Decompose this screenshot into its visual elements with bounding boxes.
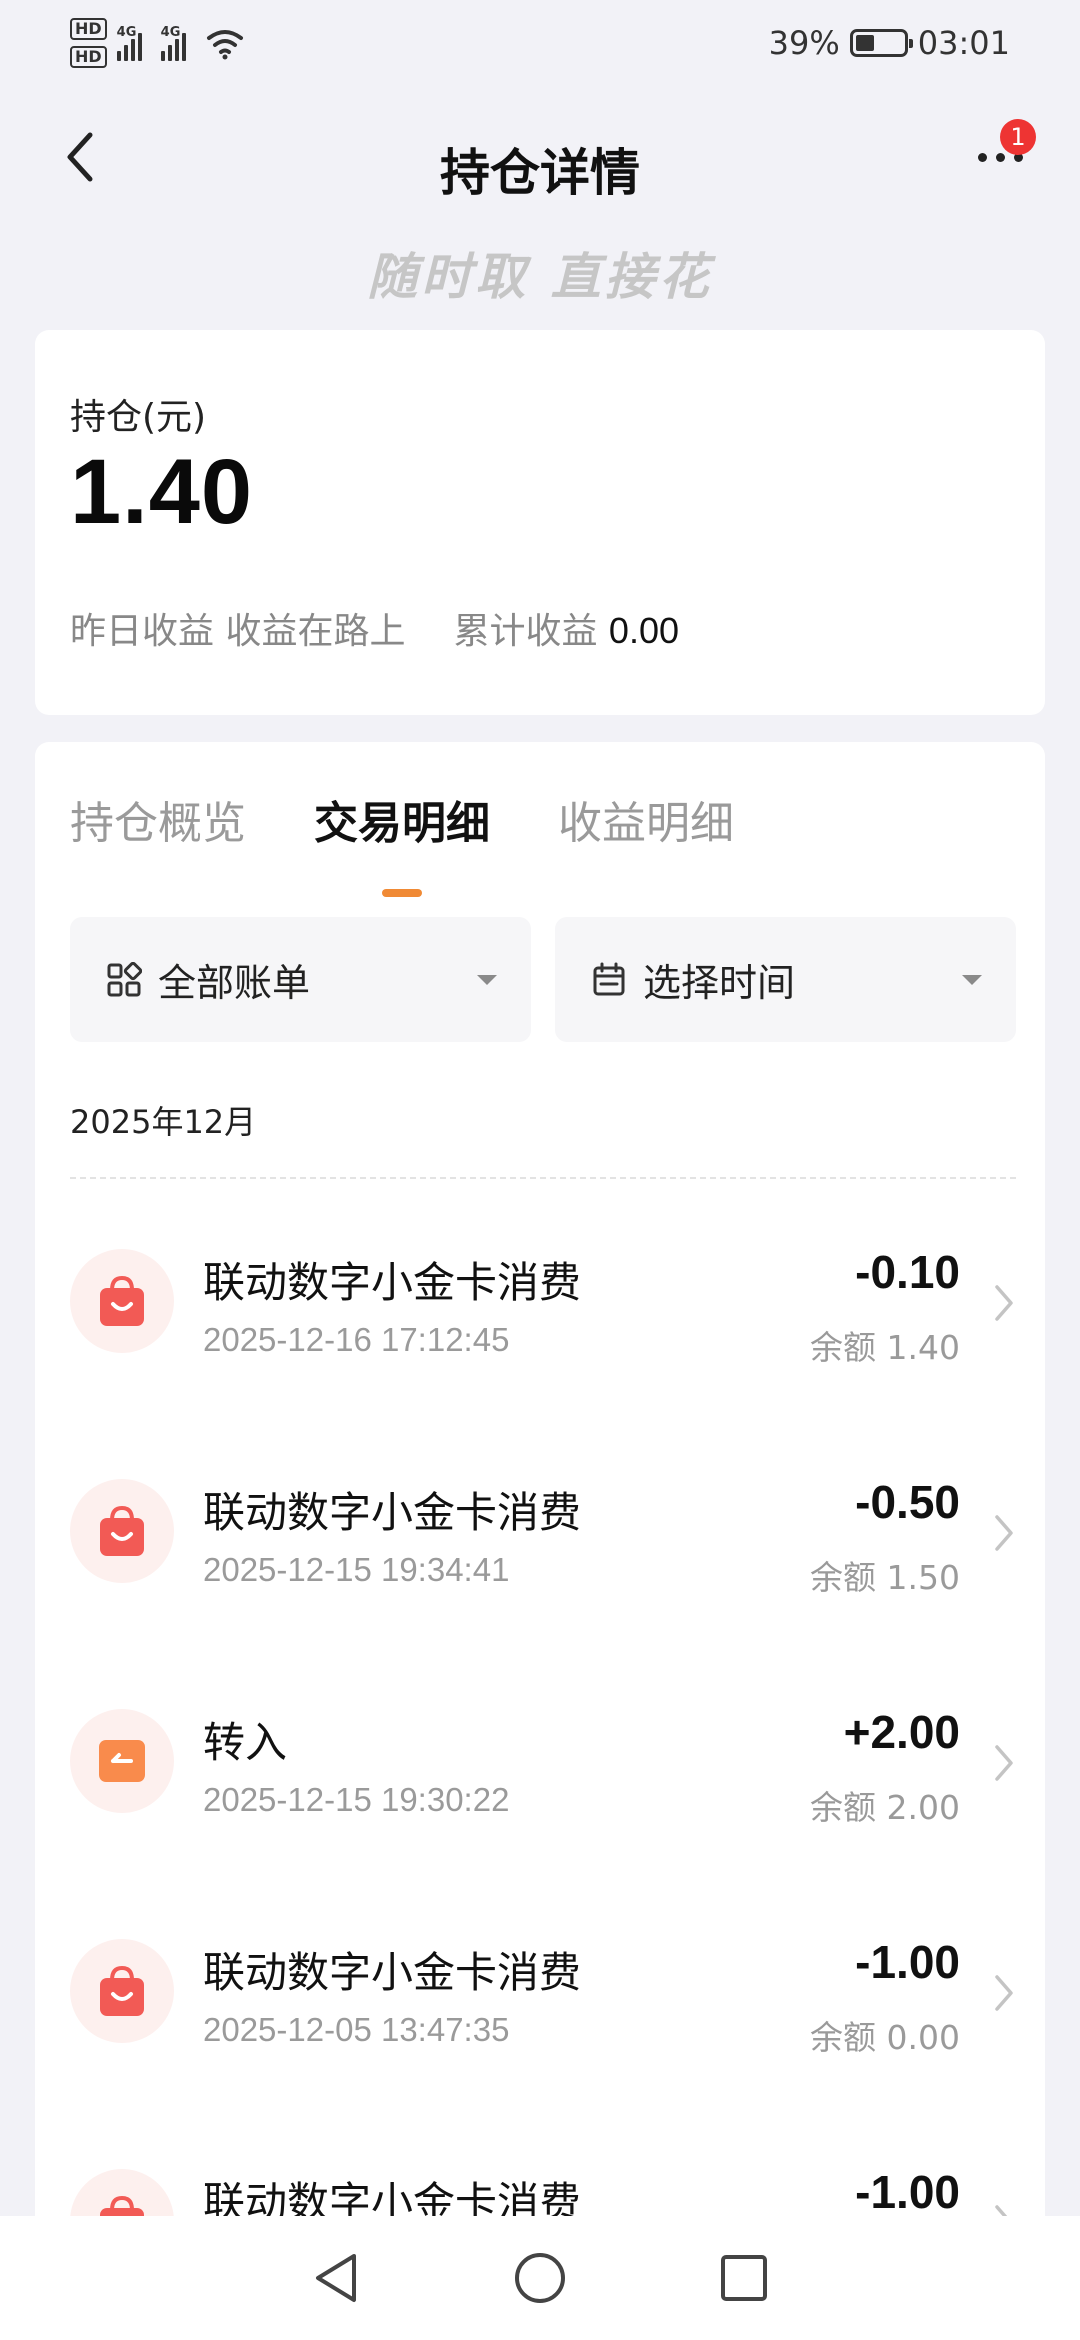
slogan-banner: 随时取 直接花 (367, 247, 713, 306)
earnings-row: 昨日收益 收益在路上 累计收益 0.00 (70, 602, 679, 654)
transaction-amount: +2.00 (843, 1706, 960, 1758)
transaction-title: 联动数字小金卡消费 (203, 1258, 582, 1307)
transaction-title: 联动数字小金卡消费 (203, 1488, 582, 1537)
more-dot-icon (995, 152, 1005, 162)
battery-icon (849, 29, 913, 57)
network-2-label: 4G (160, 25, 181, 40)
active-tab-indicator (382, 889, 422, 897)
transaction-balance: 余额 1.40 (810, 1328, 960, 1367)
transaction-balance: 余额 2.00 (810, 1788, 960, 1827)
transaction-type-icon (70, 1709, 174, 1813)
bill-type-label: 全部账单 (158, 961, 311, 1005)
transaction-amount: -1.00 (855, 2166, 960, 2218)
nav-recents-icon[interactable] (718, 2252, 770, 2304)
yesterday-earnings: 昨日收益 收益在路上 (70, 611, 406, 652)
transaction-time: 2025-12-16 17:12:45 (203, 1321, 510, 1358)
hd-indicators: HD HD (70, 18, 107, 68)
transaction-type-icon (70, 1939, 174, 2043)
details-card: 持仓概览 交易明细 收益明细 全部账单 选择时间 2025年12月 联动数字小金… (35, 742, 1045, 2340)
nav-back-icon[interactable] (310, 2250, 362, 2306)
tab-earnings-details[interactable]: 收益明细 (558, 787, 734, 851)
dropdown-caret-icon (962, 975, 982, 985)
cumulative-earnings-label: 累计收益 (453, 611, 598, 652)
transaction-balance: 余额 0.00 (810, 2018, 960, 2057)
holding-summary-card: 持仓(元) 1.40 昨日收益 收益在路上 累计收益 0.00 (35, 330, 1045, 715)
screen: HD HD 4G 4G 39% 03:01 持仓详情 1 随时取 直接花 持仓(… (0, 0, 1080, 2340)
status-bar: HD HD 4G 4G 39% 03:01 (0, 0, 1080, 95)
shopping-bag-icon (100, 1505, 144, 1556)
time-filter-label: 选择时间 (643, 961, 796, 1005)
chevron-right-icon (995, 1515, 1013, 1551)
transaction-balance: 余额 1.50 (810, 1558, 960, 1597)
transaction-amount: -0.10 (855, 1246, 960, 1298)
transaction-time: 2025-12-15 19:34:41 (203, 1551, 510, 1588)
wifi-icon (206, 30, 243, 60)
shopping-bag-icon (100, 1275, 144, 1326)
nav-home-icon[interactable] (512, 2250, 568, 2306)
tab-bar: 持仓概览 交易明细 收益明细 (70, 787, 734, 897)
signal-2-icon: 4G (160, 25, 195, 61)
chevron-right-icon (995, 1975, 1013, 2011)
clock: 03:01 (917, 24, 1010, 62)
dropdown-caret-icon (477, 975, 497, 985)
category-grid-icon (107, 961, 142, 996)
chevron-right-icon (995, 1285, 1013, 1321)
battery-percent: 39% (768, 24, 840, 62)
cumulative-earnings: 累计收益 0.00 (453, 602, 679, 654)
status-left: HD HD 4G 4G (70, 18, 245, 68)
tab-transaction-details[interactable]: 交易明细 (314, 787, 490, 897)
transaction-row[interactable]: 联动数字小金卡消费 2025-12-16 17:12:45 -0.10 余额 1.40 (35, 1197, 1045, 1427)
transaction-type-icon (70, 1479, 174, 1583)
transaction-title: 转入 (203, 1718, 288, 1767)
transaction-amount: -0.50 (855, 1476, 960, 1528)
tab-label: 交易明细 (314, 798, 490, 849)
transaction-time: 2025-12-15 19:30:22 (203, 1781, 510, 1818)
month-header: 2025年12月 (70, 1103, 257, 1141)
more-dot-icon (977, 152, 987, 162)
hd-1-icon: HD (70, 18, 107, 40)
network-1-label: 4G (116, 25, 137, 40)
status-right: 39% 03:01 (769, 24, 1010, 62)
tab-holding-overview[interactable]: 持仓概览 (70, 787, 246, 851)
chevron-right-icon (995, 1745, 1013, 1781)
holding-label: 持仓(元) (70, 397, 207, 438)
signal-1-icon: 4G (116, 25, 151, 61)
bill-type-dropdown[interactable]: 全部账单 (70, 917, 531, 1042)
filter-bar: 全部账单 选择时间 (70, 917, 1016, 1042)
transaction-type-icon (70, 1249, 174, 1353)
shopping-bag-icon (100, 1965, 144, 2016)
transaction-row[interactable]: 联动数字小金卡消费 2025-12-05 13:47:35 -1.00 余额 0.00 (35, 1887, 1045, 2117)
top-app-bar: 持仓详情 1 (0, 95, 1080, 235)
transfer-in-icon (99, 1740, 145, 1782)
dashed-divider (70, 1177, 1016, 1179)
transaction-list: 联动数字小金卡消费 2025-12-16 17:12:45 -0.10 余额 1.40… (35, 1197, 1045, 2340)
hd-2-icon: HD (70, 46, 107, 68)
battery-fill (855, 35, 874, 51)
transaction-amount: -1.00 (855, 1936, 960, 1988)
system-nav-bar (0, 2216, 1080, 2340)
transaction-time: 2025-12-05 13:47:35 (203, 2011, 510, 2048)
transaction-title: 联动数字小金卡消费 (203, 1948, 582, 1997)
holding-amount: 1.40 (70, 441, 254, 543)
cumulative-earnings-value: 0.00 (608, 610, 679, 651)
transaction-row[interactable]: 联动数字小金卡消费 2025-12-15 19:34:41 -0.50 余额 1.50 (35, 1427, 1045, 1657)
time-dropdown[interactable]: 选择时间 (555, 917, 1016, 1042)
transaction-row[interactable]: 转入 2025-12-15 19:30:22 +2.00 余额 2.00 (35, 1657, 1045, 1887)
page-title: 持仓详情 (440, 144, 640, 202)
notification-badge: 1 (1000, 119, 1036, 155)
calendar-icon (593, 962, 625, 995)
more-button[interactable]: 1 (960, 119, 1040, 189)
